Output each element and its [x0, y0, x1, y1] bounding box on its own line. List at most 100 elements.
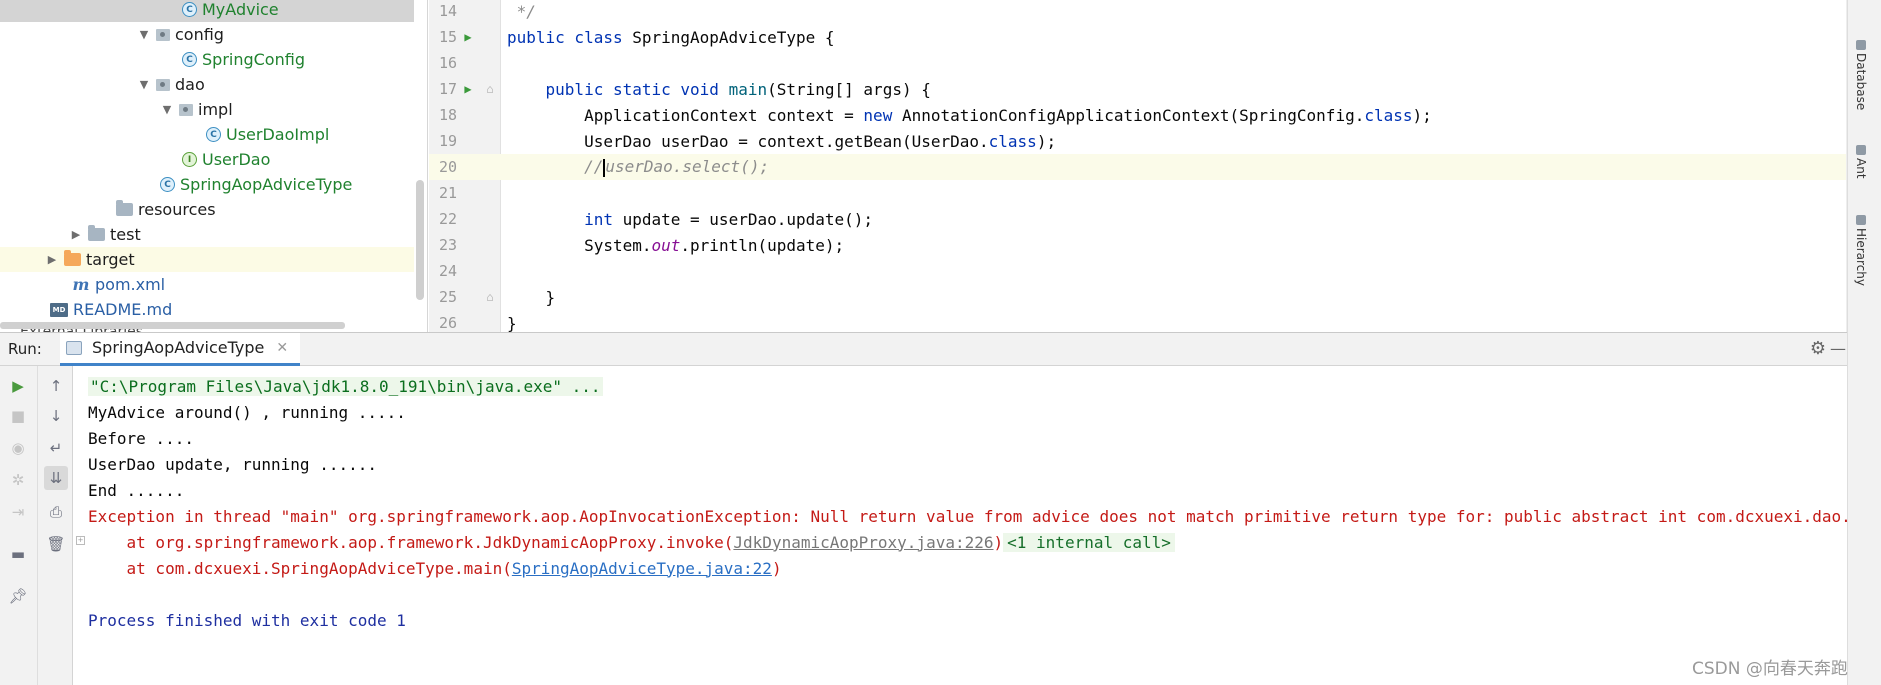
code-line[interactable]: 14 */: [429, 0, 1847, 24]
tree-item-pom[interactable]: m pom.xml: [0, 272, 414, 297]
console-line-exit: Process finished with exit code 1: [88, 610, 406, 630]
tree-item-resources[interactable]: resources: [0, 197, 414, 222]
code-text: public class SpringAopAdviceType {: [507, 27, 835, 47]
tree-item-userdaoimpl[interactable]: C UserDaoImpl: [0, 122, 414, 147]
ide-window: C MyAdvice ▼ config C SpringConfig ▼ dao…: [0, 0, 1881, 685]
chevron-down-icon[interactable]: ▼: [136, 78, 152, 91]
layout-icon[interactable]: ▬: [6, 542, 30, 566]
tree-item-readme[interactable]: MD README.md: [0, 297, 414, 322]
right-tool-strip: Database Ant Hierarchy: [1847, 0, 1881, 685]
gear-icon[interactable]: ⚙: [1808, 339, 1828, 359]
stop-icon[interactable]: ■: [6, 404, 30, 428]
tree-item-label: UserDao: [202, 150, 271, 169]
code-line[interactable]: 25 ⌂ }: [429, 284, 1847, 310]
pin-icon[interactable]: 📌︎: [6, 584, 30, 608]
tree-item-springaopadvicetype[interactable]: C SpringAopAdviceType: [0, 172, 414, 197]
print-icon[interactable]: ⎙: [44, 500, 68, 524]
run-toolbar: ▶ ■ ◉ ✲ ⇥ ▬ 📌︎ ↑ ↓ ↵ ⇊ ⎙ 🗑︎: [0, 366, 73, 685]
tree-item-label: target: [86, 250, 135, 269]
soft-wrap-icon[interactable]: ↵: [44, 436, 68, 460]
trash-icon[interactable]: 🗑︎: [44, 532, 68, 556]
line-number: 22: [438, 210, 457, 228]
code-text: }: [507, 287, 556, 307]
folder-icon: [116, 200, 133, 216]
tree-item-myadvice[interactable]: C MyAdvice: [0, 0, 414, 22]
package-icon: [179, 103, 193, 116]
package-icon: [156, 78, 170, 91]
code-text: System.out.println(update);: [507, 235, 845, 255]
tree-horizontal-scrollbar[interactable]: [0, 322, 345, 329]
tree-item-label: SpringAopAdviceType: [180, 175, 353, 194]
rerun-icon[interactable]: ▶: [6, 374, 30, 398]
tree-item-impl[interactable]: ▼ impl: [0, 97, 414, 122]
run-label: Run:: [8, 340, 42, 358]
run-gutter-icon[interactable]: ▶: [457, 82, 479, 96]
console-line: MyAdvice around() , running .....: [88, 402, 406, 422]
line-number: 15: [438, 28, 457, 46]
arrow-down-icon[interactable]: ↓: [44, 404, 68, 428]
tree-item-label: pom.xml: [95, 275, 166, 294]
side-tab-ant[interactable]: Ant: [1854, 145, 1868, 179]
fold-icon[interactable]: ⌂: [479, 82, 501, 96]
tree-item-label: config: [175, 25, 224, 44]
tree-item-label: UserDaoImpl: [226, 125, 330, 144]
tree-vertical-scrollbar[interactable]: [416, 180, 424, 300]
code-line[interactable]: 16: [429, 50, 1847, 76]
code-line[interactable]: 18 ApplicationContext context = new Anno…: [429, 102, 1847, 128]
chevron-right-icon[interactable]: ▶: [68, 228, 84, 241]
chevron-down-icon[interactable]: ▼: [136, 28, 152, 41]
line-number: 19: [438, 132, 457, 150]
tree-item-label: test: [110, 225, 141, 244]
tree-item-userdao[interactable]: I UserDao: [0, 147, 414, 172]
side-tab-hierarchy[interactable]: Hierarchy: [1854, 215, 1868, 286]
run-gutter-icon[interactable]: ▶: [457, 30, 479, 44]
line-number: 16: [438, 54, 457, 72]
exit-icon[interactable]: ⇥: [6, 500, 30, 524]
console-line-command: "C:\Program Files\Java\jdk1.8.0_191\bin\…: [88, 374, 603, 398]
folder-icon: [64, 250, 81, 266]
code-line[interactable]: 24: [429, 258, 1847, 284]
stack-link[interactable]: SpringAopAdviceType.java:22: [512, 559, 772, 578]
watermark: CSDN @向春天奔跑: [1692, 659, 1848, 679]
tree-item-target[interactable]: ▶ target: [0, 247, 414, 272]
line-number: 17: [438, 80, 457, 98]
fold-icon[interactable]: ⌂: [479, 290, 501, 304]
code-line[interactable]: 26 }: [429, 310, 1847, 333]
tree-item-springconfig[interactable]: C SpringConfig: [0, 47, 414, 72]
code-line[interactable]: 23 System.out.println(update);: [429, 232, 1847, 258]
internal-call-badge[interactable]: <1 internal call>: [1003, 532, 1175, 552]
line-number: 23: [438, 236, 457, 254]
console-output[interactable]: "C:\Program Files\Java\jdk1.8.0_191\bin\…: [74, 366, 1847, 685]
chevron-right-icon[interactable]: ▶: [44, 253, 60, 266]
code-editor[interactable]: 14 */ 15 ▶ public class SpringAopAdviceT…: [429, 0, 1847, 332]
code-line[interactable]: 17 ▶ ⌂ public static void main(String[] a…: [429, 76, 1847, 102]
markdown-icon: MD: [50, 302, 68, 317]
console-line-exception: Exception in thread "main" org.springfra…: [88, 506, 1847, 526]
tree-item-dao[interactable]: ▼ dao: [0, 72, 414, 97]
close-icon[interactable]: ✕: [276, 340, 288, 356]
tree-item-label: resources: [138, 200, 216, 219]
side-tab-database[interactable]: Database: [1854, 40, 1868, 110]
line-number: 25: [438, 288, 457, 306]
code-line[interactable]: 19 UserDao userDao = context.getBean(Use…: [429, 128, 1847, 154]
debug-settings-icon[interactable]: ✲: [6, 468, 30, 492]
code-line-current[interactable]: 20 //userDao.select();: [429, 154, 1847, 180]
run-tab[interactable]: SpringAopAdviceType ✕: [60, 332, 301, 366]
code-line[interactable]: 15 ▶ public class SpringAopAdviceType {: [429, 24, 1847, 50]
camera-icon[interactable]: ◉: [6, 436, 30, 460]
scroll-to-end-icon[interactable]: ⇊: [44, 466, 68, 490]
line-number: 24: [438, 262, 457, 280]
expand-icon[interactable]: +: [76, 536, 85, 545]
chevron-down-icon[interactable]: ▼: [159, 103, 175, 116]
tree-item-config[interactable]: ▼ config: [0, 22, 414, 47]
stack-text: at com.dcxuexi.SpringAopAdviceType.main(: [88, 558, 512, 578]
arrow-up-icon[interactable]: ↑: [44, 374, 68, 398]
tree-item-label: SpringConfig: [202, 50, 305, 69]
stack-link[interactable]: JdkDynamicAopProxy.java:226: [733, 533, 993, 552]
code-line[interactable]: 22 int update = userDao.update();: [429, 206, 1847, 232]
tree-item-label: MyAdvice: [202, 0, 279, 19]
minimize-icon[interactable]: —: [1830, 339, 1846, 358]
code-line[interactable]: 21: [429, 180, 1847, 206]
runnable-class-icon: C: [160, 177, 175, 192]
tree-item-test[interactable]: ▶ test: [0, 222, 414, 247]
